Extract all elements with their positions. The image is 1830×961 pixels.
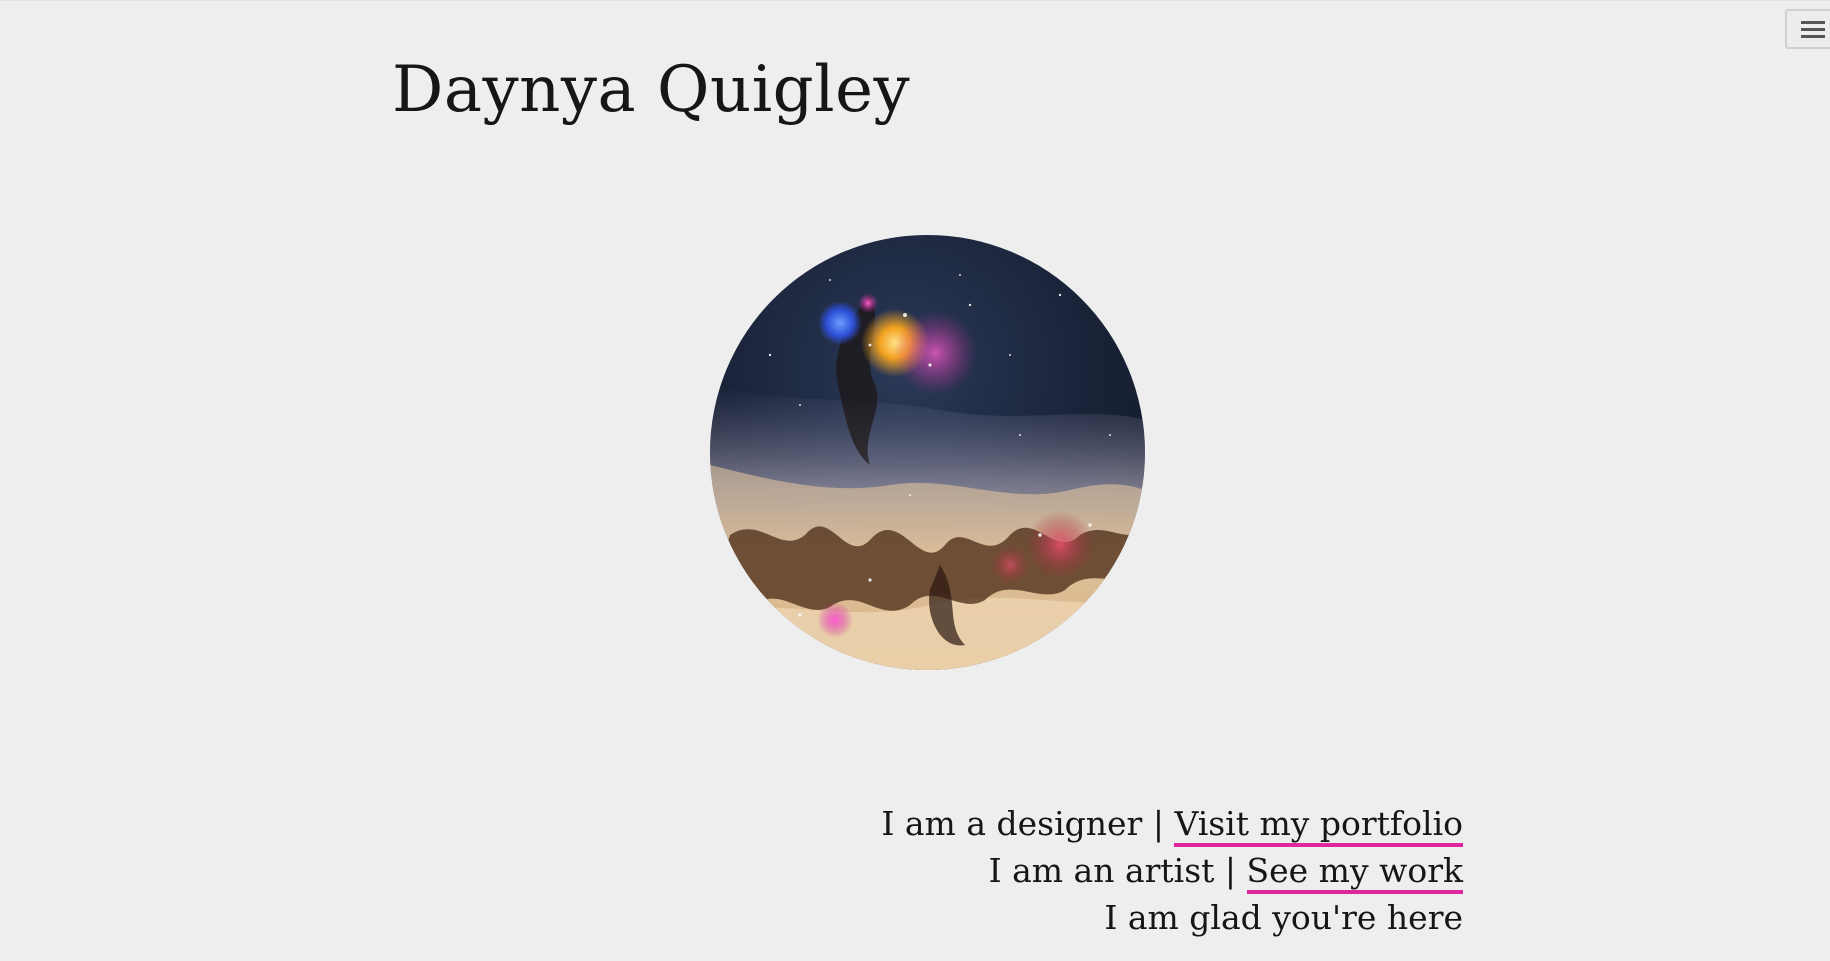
tagline-designer-text: I am a designer | — [881, 804, 1175, 843]
site-title: Daynya Quigley — [392, 53, 911, 127]
tagline: I am a designer | Visit my portfolio I a… — [881, 800, 1463, 941]
page: Daynya Quigley I am a designer | Visit m… — [0, 0, 1830, 961]
menu-toggle-button[interactable] — [1785, 9, 1830, 49]
tagline-line-designer: I am a designer | Visit my portfolio — [881, 800, 1463, 847]
tagline-artist-text: I am an artist | — [988, 851, 1247, 890]
hamburger-menu-icon — [1801, 21, 1825, 24]
see-my-work-link[interactable]: See my work — [1246, 851, 1463, 894]
galaxy-painting-image — [710, 235, 1145, 670]
tagline-welcome-text: I am glad you're here — [1104, 898, 1463, 937]
top-divider — [0, 0, 1830, 1]
hero-galaxy-image — [710, 235, 1145, 670]
hamburger-menu-icon-bar — [1801, 28, 1825, 31]
hamburger-menu-icon-bar — [1801, 35, 1825, 38]
tagline-line-welcome: I am glad you're here — [881, 894, 1463, 941]
tagline-line-artist: I am an artist | See my work — [881, 847, 1463, 894]
visit-portfolio-link[interactable]: Visit my portfolio — [1174, 804, 1463, 847]
